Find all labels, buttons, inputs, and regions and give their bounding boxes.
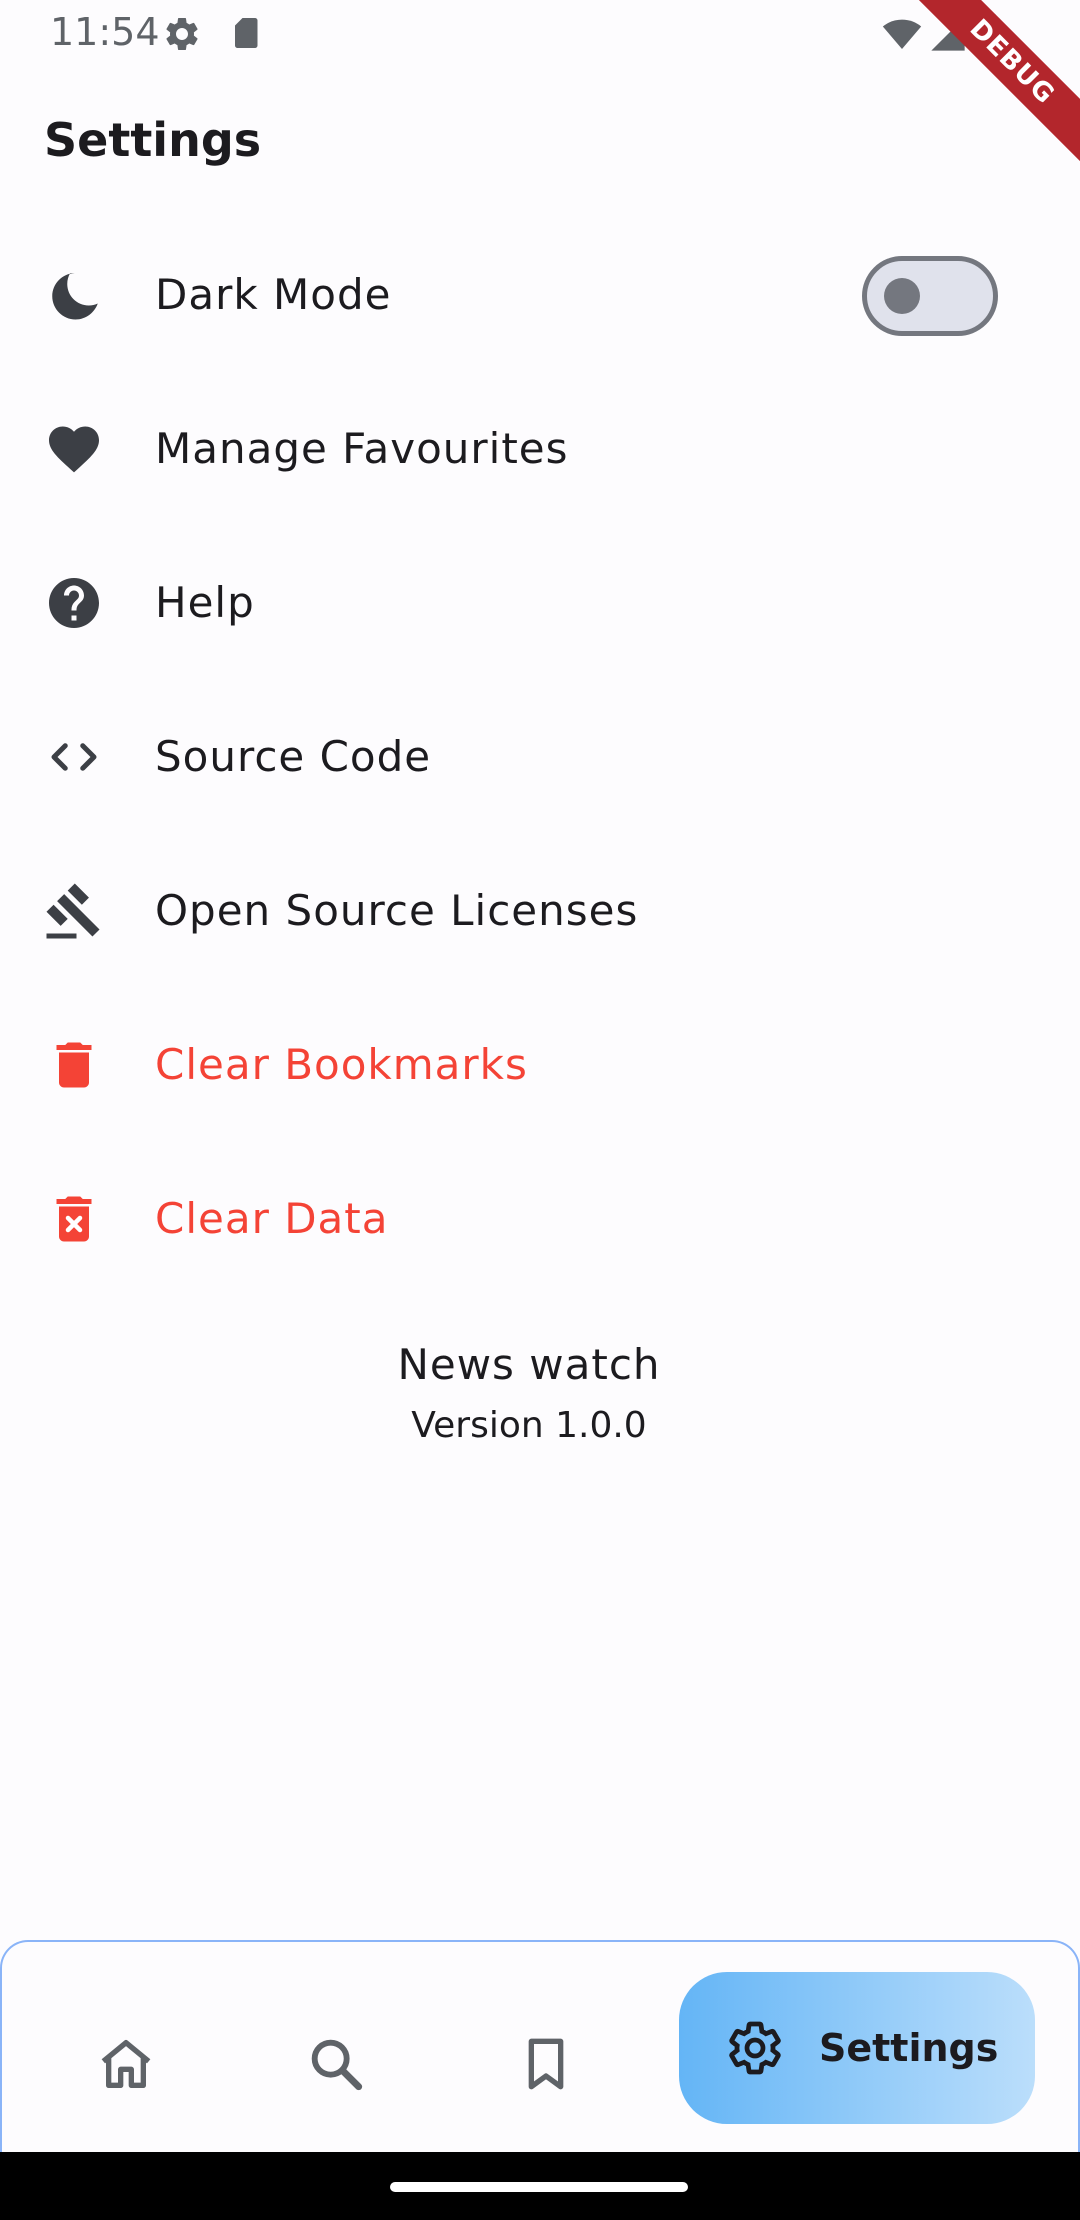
gear-icon xyxy=(729,2021,781,2075)
status-time: 11:54 xyxy=(50,10,160,54)
settings-list: Dark Mode Manage Favourites Help Source … xyxy=(0,218,1080,1296)
clear-bookmarks-row[interactable]: Clear Bookmarks xyxy=(0,988,1080,1142)
manage-favourites-label: Manage Favourites xyxy=(155,424,569,473)
manage-favourites-row[interactable]: Manage Favourites xyxy=(0,372,1080,526)
status-bar: 11:54 xyxy=(0,0,1080,66)
dark-mode-row[interactable]: Dark Mode xyxy=(0,218,1080,372)
search-icon[interactable] xyxy=(304,2032,368,2096)
dark-mode-label: Dark Mode xyxy=(155,270,392,319)
dark-mode-toggle[interactable] xyxy=(862,256,998,336)
clear-data-label: Clear Data xyxy=(155,1194,389,1243)
help-label: Help xyxy=(155,578,255,627)
system-gesture-bar xyxy=(0,2152,1080,2220)
source-code-label: Source Code xyxy=(155,732,432,781)
trash-icon xyxy=(56,1042,92,1088)
help-circle-icon xyxy=(49,578,99,628)
source-code-row[interactable]: Source Code xyxy=(0,680,1080,834)
bookmark-icon[interactable] xyxy=(514,2032,578,2096)
settings-notification-icon xyxy=(166,17,198,50)
app-name: News watch xyxy=(397,1340,661,1389)
nav-settings-button[interactable]: Settings xyxy=(679,1972,1035,2124)
sd-card-icon xyxy=(235,18,258,48)
heart-icon xyxy=(49,426,99,473)
gavel-icon xyxy=(46,883,100,939)
toggle-knob xyxy=(884,278,920,314)
trash-x-icon xyxy=(56,1196,92,1242)
home-gesture-handle[interactable] xyxy=(390,2182,688,2192)
home-icon[interactable] xyxy=(94,2032,158,2096)
help-row[interactable]: Help xyxy=(0,526,1080,680)
open-source-licenses-row[interactable]: Open Source Licenses xyxy=(0,834,1080,988)
nav-settings-label: Settings xyxy=(819,2026,999,2070)
app-version: Version 1.0.0 xyxy=(411,1405,647,1446)
open-source-licenses-label: Open Source Licenses xyxy=(155,886,639,935)
bottom-navigation-bar: Settings xyxy=(0,1940,1080,2152)
moon-icon xyxy=(52,273,98,320)
wifi-icon xyxy=(882,19,922,49)
app-info: News watch Version 1.0.0 xyxy=(0,1335,1058,1451)
page-title: Settings xyxy=(44,113,262,167)
clear-data-row[interactable]: Clear Data xyxy=(0,1142,1080,1296)
clear-bookmarks-label: Clear Bookmarks xyxy=(155,1040,528,1089)
code-icon xyxy=(51,743,97,771)
